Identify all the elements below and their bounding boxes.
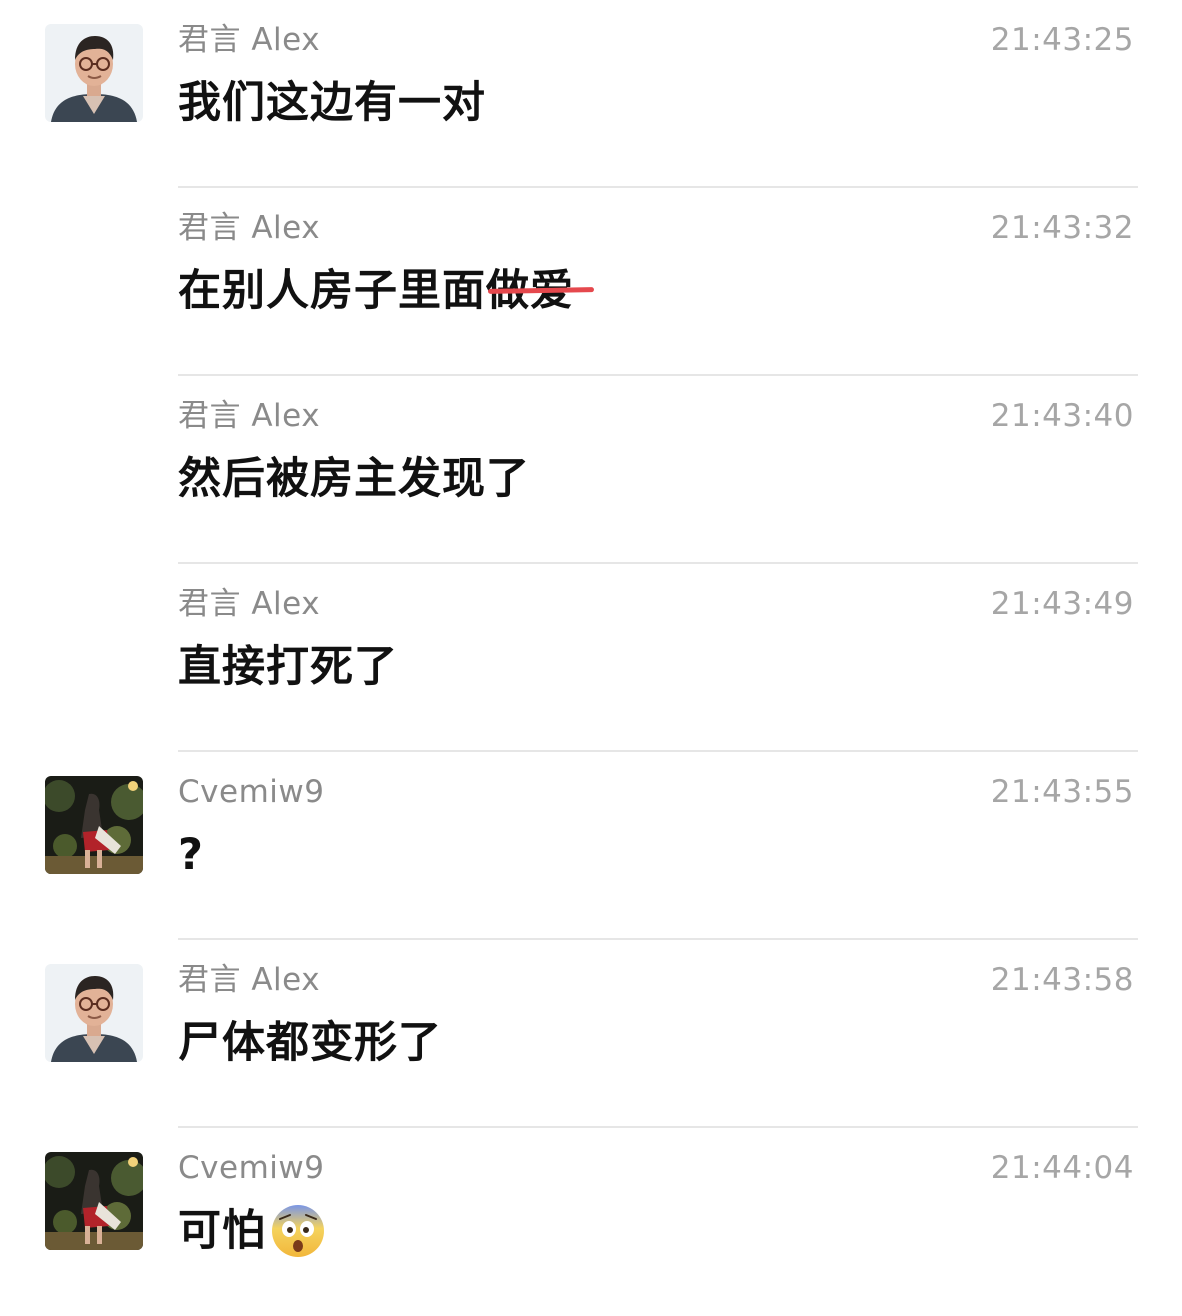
sender-name: 君言 Alex: [178, 586, 321, 622]
message-text: ?: [178, 830, 204, 880]
sender-name: 君言 Alex: [178, 22, 321, 58]
message-text-main: 在别人房子里面: [178, 266, 486, 316]
message-timestamp: 21:43:40: [990, 398, 1134, 434]
cvemiw9-avatar[interactable]: [45, 1152, 143, 1250]
cvemiw9-avatar[interactable]: [45, 776, 143, 874]
message-text: 我们这边有一对: [178, 78, 486, 128]
message-timestamp: 21:44:04: [990, 1150, 1134, 1186]
chat-message-list: 君言 Alex 21:43:25 我们这边有一对 君言 Alex 21:43:3…: [0, 0, 1182, 1280]
message-row[interactable]: Cvemiw9 21:44:04 可怕: [0, 1128, 1182, 1316]
alex-avatar[interactable]: [45, 24, 143, 122]
struck-text: 做爱: [486, 264, 595, 318]
message-text: 可怕: [178, 1204, 326, 1259]
message-text: 然后被房主发现了: [178, 454, 530, 504]
message-timestamp: 21:43:25: [990, 22, 1134, 58]
message-row[interactable]: 君言 Alex 21:43:58 尸体都变形了: [0, 940, 1182, 1128]
message-row[interactable]: 君言 Alex 21:43:49 直接打死了: [0, 564, 1182, 752]
message-row[interactable]: Cvemiw9 21:43:55 ?: [0, 752, 1182, 940]
message-row[interactable]: 君言 Alex 21:43:32 在别人房子里面做爱: [0, 188, 1182, 376]
message-text: 尸体都变形了: [178, 1018, 442, 1068]
message-text: 直接打死了: [178, 642, 398, 692]
fearful-face-emoji: [270, 1203, 326, 1259]
message-text: 在别人房子里面做爱: [178, 264, 595, 318]
message-row[interactable]: 君言 Alex 21:43:40 然后被房主发现了: [0, 376, 1182, 564]
alex-avatar[interactable]: [45, 964, 143, 1062]
strike-mark: [487, 287, 595, 294]
sender-name: 君言 Alex: [178, 398, 321, 434]
message-timestamp: 21:43:49: [990, 586, 1134, 622]
message-row[interactable]: 君言 Alex 21:43:25 我们这边有一对: [0, 0, 1182, 188]
message-timestamp: 21:43:55: [990, 774, 1134, 810]
sender-name: Cvemiw9: [178, 1150, 325, 1186]
sender-name: 君言 Alex: [178, 962, 321, 998]
message-timestamp: 21:43:58: [990, 962, 1134, 998]
message-text-main: 可怕: [178, 1206, 266, 1256]
sender-name: Cvemiw9: [178, 774, 325, 810]
message-timestamp: 21:43:32: [990, 210, 1134, 246]
sender-name: 君言 Alex: [178, 210, 321, 246]
